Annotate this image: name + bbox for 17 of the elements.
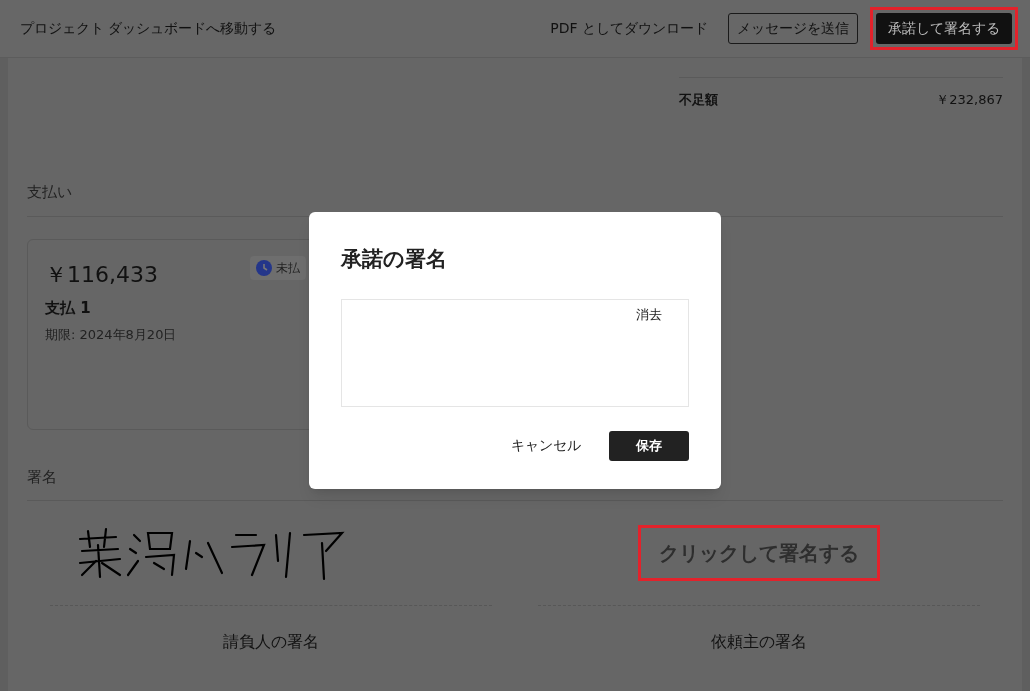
accept-sign-button[interactable]: 承諾して署名する	[876, 13, 1012, 44]
shortfall-amount: ￥232,867	[936, 90, 1003, 109]
shortfall-label: 不足額	[679, 90, 718, 109]
payment-amount: ￥116,433	[45, 260, 158, 289]
save-button[interactable]: 保存	[609, 430, 689, 461]
payment-due-date: 期限: 2024年8月20日	[45, 326, 178, 344]
signature-pad[interactable]: 消去	[341, 298, 689, 407]
status-badge: 未払	[250, 255, 306, 280]
clock-icon	[256, 259, 272, 276]
payment-name: 支払 1	[45, 297, 92, 319]
clear-button[interactable]: 消去	[636, 304, 662, 324]
section-heading: 支払い	[27, 182, 73, 203]
cancel-button[interactable]: キャンセル	[511, 435, 581, 456]
dialog-title: 承諾の署名	[341, 246, 448, 273]
section-heading: 署名	[27, 466, 58, 488]
signature-caption: 請負人の署名	[223, 631, 319, 653]
signature-caption: 依頼主の署名	[711, 631, 807, 653]
